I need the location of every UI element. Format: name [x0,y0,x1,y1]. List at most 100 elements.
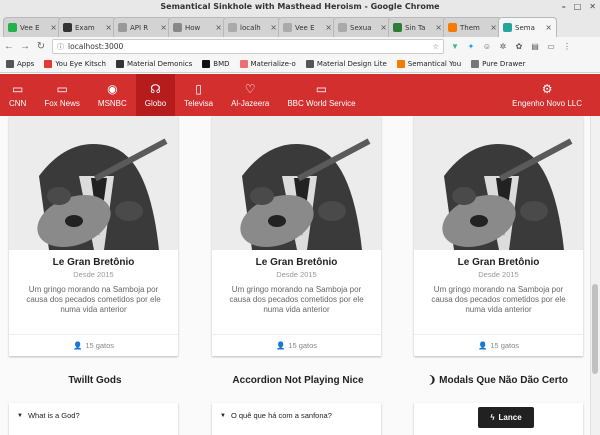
card-subtitle: Desde 2015 [73,270,114,279]
tab-favicon [63,23,72,32]
card-footer-text: 15 gatos [85,341,115,350]
extension-drive-icon[interactable]: ▤ [530,42,540,52]
browser-tab[interactable]: Sin Ta × [388,17,447,37]
guitarist-photo [414,116,583,250]
podcast-icon: ◉ [107,81,118,96]
extension-ghost-icon[interactable]: ☺ [482,42,492,52]
browser-tab[interactable]: Them × [443,17,502,37]
tab-close-icon[interactable]: × [105,23,112,32]
tab-close-icon[interactable]: × [215,23,222,32]
card-footer-text: 15 gatos [288,341,318,350]
tab-favicon [448,23,457,32]
tv-icon: ▭ [12,81,24,96]
user-icon: 👤 [275,341,286,350]
bookmark-item[interactable]: Apps [6,60,34,68]
tab-label: Sin Ta [405,23,426,32]
guitarist-photo [9,116,178,250]
card-title: Le Gran Bretônio [457,257,540,268]
bookmark-label: Apps [17,60,35,68]
bookmark-icon [44,60,53,68]
nav-item[interactable]: ☊ Globo [135,74,176,116]
browser-tab[interactable]: How × [168,17,227,37]
tab-favicon [338,23,347,32]
bookmark-item[interactable]: You Eye Kitsch [44,60,106,68]
browser-tab[interactable]: Vee E × [278,17,337,37]
bookmark-item[interactable]: BMD [202,60,230,68]
nav-item[interactable]: ▯ Televisa [175,74,222,116]
browser-tab[interactable]: Sexua × [333,17,392,37]
window-title: Semantical Sinkhole with Masthead Herois… [160,2,440,11]
tab-close-icon[interactable]: × [545,23,552,32]
bookmark-item[interactable]: Materialize-o [239,60,296,68]
accordion-item[interactable]: ▼ What is a God? [9,403,178,428]
menu-icon[interactable]: ⋮ [562,42,572,52]
nav-item[interactable]: ▭ CNN [0,74,35,116]
card-subtitle: Desde 2015 [478,270,519,279]
tab-close-icon[interactable]: × [50,23,57,32]
browser-tab[interactable]: API R × [113,17,172,37]
extension-cast-icon[interactable]: ▭ [546,42,556,52]
artist-card: Le Gran Bretônio Desde 2015 Um gringo mora… [212,116,381,356]
bookmark-item[interactable]: Pure Drawer [471,60,525,68]
bookmark-label: Material Design Lite [316,60,387,68]
bookmark-item[interactable]: Semantical You [396,60,462,68]
extension-vue-icon[interactable]: ▼ [450,42,460,52]
page-info-icon[interactable]: ⓘ [57,42,64,52]
tab-close-icon[interactable]: × [380,23,387,32]
bookmark-label: Materialize-o [250,60,296,68]
browser-tab[interactable]: Exam × [58,17,117,37]
nav-item[interactable]: ♡ Al-Jazeera [222,74,278,116]
tab-close-icon[interactable]: × [160,23,167,32]
bookmark-star-icon[interactable]: ☆ [432,42,439,51]
app-navbar: ▭ CNN ▭ Fox News ◉ MSNBC ☊ Globo ▯ Televisa ♡ Al-Ja… [0,74,600,116]
bookmark-label: Semantical You [407,60,462,68]
extension-leaf-icon[interactable]: ✿ [514,42,524,52]
tab-label: Sema [515,23,535,32]
minimize-icon[interactable]: – [562,2,566,11]
reload-icon[interactable]: ↻ [36,41,46,52]
card-photo [414,116,583,250]
tab-favicon [503,23,512,32]
bookmark-icon [396,60,405,68]
browser-tab[interactable]: Sema × [498,17,557,37]
nav-item-label: CNN [9,98,27,108]
browser-tab[interactable]: Vee E × [3,17,62,37]
caret-down-icon: ▼ [220,412,226,419]
bookmark-item[interactable]: Material Design Lite [305,60,387,68]
section-title-text: Twillt Gods [68,375,122,386]
page-scrollbar-thumb[interactable] [592,284,598,374]
tab-close-icon[interactable]: × [435,23,442,32]
extension-twitter-icon[interactable]: ✦ [466,42,476,52]
tab-label: Sexua [350,23,372,32]
accordion-item[interactable]: ▼ O quê que há com a sanfona? [212,403,381,428]
close-icon[interactable]: ✕ [589,2,596,11]
nav-item[interactable]: ◉ MSNBC [89,74,136,116]
tab-close-icon[interactable]: × [325,23,332,32]
tab-favicon [8,23,17,32]
bookmark-icon [239,60,248,68]
bookmark-label: BMD [213,60,230,68]
card-title: Le Gran Bretônio [52,257,135,268]
section-title-text: Modals Que Não Dão Certo [439,375,569,386]
tab-label: Vee E [295,23,315,32]
nav-item[interactable]: ▭ BBC World Service [278,74,364,116]
forward-icon[interactable]: → [20,41,30,52]
back-icon[interactable]: ← [4,41,14,52]
nav-item-label: Al-Jazeera [231,98,270,108]
lance-button[interactable]: ϟ Lance [478,407,534,428]
tab-label: Exam [75,23,95,32]
guitarist-photo [212,116,381,250]
address-bar[interactable]: ⓘ localhost:3000 ☆ [52,39,444,54]
brand-link[interactable]: ⚙ Engenho Novo LLC [503,74,600,116]
extension-settings-icon[interactable]: ✲ [498,42,508,52]
gears-icon: ⚙ [541,81,553,96]
maximize-icon[interactable]: □ [574,2,582,11]
bookmark-item[interactable]: Material Demonics [115,60,192,68]
section-title: Accordion Not Playing Nice [203,375,393,386]
tab-close-icon[interactable]: × [270,23,277,32]
browser-tab[interactable]: localh × [223,17,282,37]
bookmark-icon [305,60,314,68]
nav-item[interactable]: ▭ Fox News [35,74,89,116]
tab-close-icon[interactable]: × [490,23,497,32]
page-scrollbar[interactable] [590,116,600,435]
